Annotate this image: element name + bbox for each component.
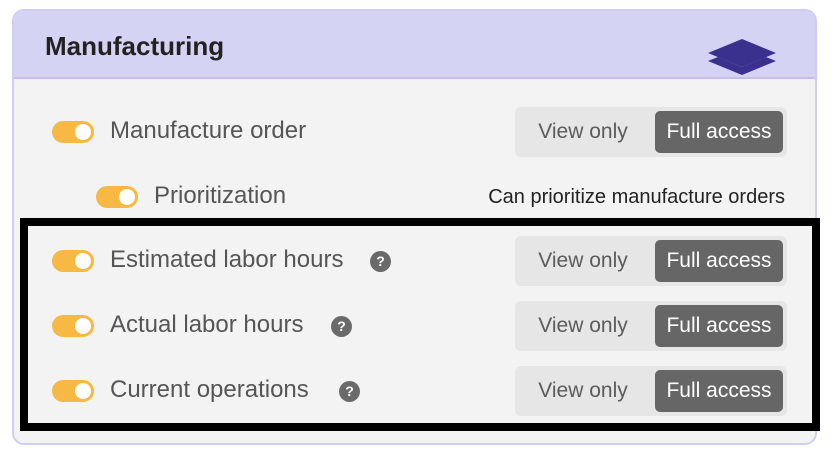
access-level-selector: View only Full access xyxy=(515,366,787,416)
permission-row-prioritization: Prioritization Can prioritize manufactur… xyxy=(14,172,815,222)
permission-label: Actual labor hours xyxy=(110,311,304,338)
access-level-selector: View only Full access xyxy=(515,107,787,157)
view-only-option[interactable]: View only xyxy=(515,301,651,351)
permission-row-current-operations: Current operations ? View only Full acce… xyxy=(14,366,815,416)
manufacturing-panel: Manufacturing Manufacture order View onl… xyxy=(12,9,817,445)
full-access-option[interactable]: Full access xyxy=(655,240,783,282)
help-icon[interactable]: ? xyxy=(370,251,391,272)
access-level-selector: View only Full access xyxy=(515,236,787,286)
panel-header: Manufacturing xyxy=(14,11,815,79)
view-only-option[interactable]: View only xyxy=(515,366,651,416)
current-operations-toggle[interactable] xyxy=(52,380,94,402)
view-only-option[interactable]: View only xyxy=(515,107,651,157)
toggle-knob xyxy=(75,383,91,399)
permission-label: Current operations xyxy=(110,376,309,403)
help-icon[interactable]: ? xyxy=(331,316,352,337)
permission-row-estimated-labor-hours: Estimated labor hours ? View only Full a… xyxy=(14,236,815,286)
full-access-option[interactable]: Full access xyxy=(655,370,783,412)
permission-label: Prioritization xyxy=(154,182,287,209)
manufacture-order-toggle[interactable] xyxy=(52,121,94,143)
permission-label: Estimated labor hours xyxy=(110,246,344,273)
toggle-knob xyxy=(119,189,135,205)
permission-label: Manufacture order xyxy=(110,117,307,144)
actual-labor-hours-toggle[interactable] xyxy=(52,315,94,337)
access-level-selector: View only Full access xyxy=(515,301,787,351)
estimated-labor-hours-toggle[interactable] xyxy=(52,250,94,272)
view-only-option[interactable]: View only xyxy=(515,236,651,286)
permission-row-manufacture-order: Manufacture order View only Full access xyxy=(14,107,815,157)
permission-description: Can prioritize manufacture orders xyxy=(488,186,785,208)
toggle-knob xyxy=(75,318,91,334)
permission-row-actual-labor-hours: Actual labor hours ? View only Full acce… xyxy=(14,301,815,351)
prioritization-toggle[interactable] xyxy=(96,186,138,208)
toggle-knob xyxy=(75,124,91,140)
help-icon[interactable]: ? xyxy=(339,381,360,402)
toggle-knob xyxy=(75,253,91,269)
section-title: Manufacturing xyxy=(45,31,225,61)
full-access-option[interactable]: Full access xyxy=(655,305,783,347)
layers-icon xyxy=(708,39,776,75)
full-access-option[interactable]: Full access xyxy=(655,111,783,153)
